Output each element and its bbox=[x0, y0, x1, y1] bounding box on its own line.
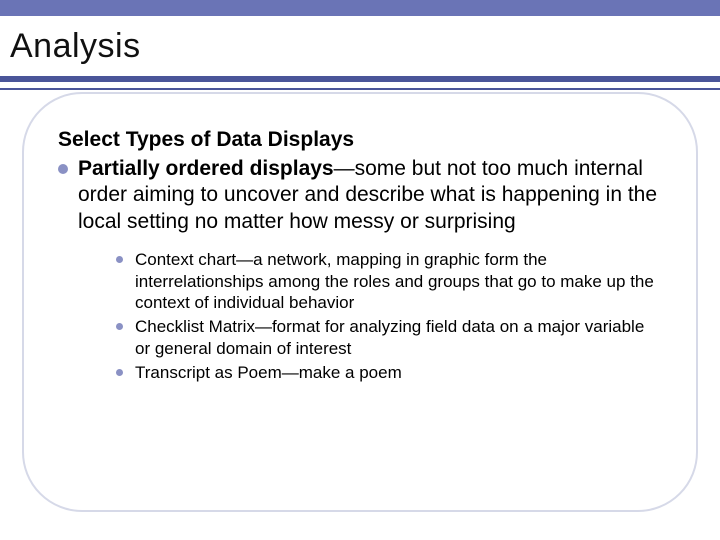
sub-bullet-text: Checklist Matrix—format for analyzing fi… bbox=[135, 316, 662, 360]
bullet-icon bbox=[116, 369, 123, 376]
slide-title: Analysis bbox=[10, 27, 141, 66]
content-frame: Select Types of Data Displays Partially … bbox=[22, 92, 698, 512]
bullet-level2: Checklist Matrix—format for analyzing fi… bbox=[116, 316, 662, 360]
sub-bullet-text: Transcript as Poem—make a poem bbox=[135, 362, 402, 384]
bullet-label: Partially ordered displays bbox=[78, 157, 334, 180]
bullet-level1-text: Partially ordered displays—some but not … bbox=[78, 156, 662, 235]
bullet-level1: Partially ordered displays—some but not … bbox=[58, 156, 662, 235]
top-color-band bbox=[0, 0, 720, 16]
bullet-icon bbox=[116, 323, 123, 330]
bullet-icon bbox=[58, 164, 68, 174]
section-heading: Select Types of Data Displays bbox=[58, 128, 662, 152]
bullet-icon bbox=[116, 256, 123, 263]
title-area: Analysis bbox=[10, 16, 720, 76]
title-underline-thick bbox=[0, 76, 720, 82]
bullet-level2: Transcript as Poem—make a poem bbox=[116, 362, 662, 384]
sub-bullet-text: Context chart—a network, mapping in grap… bbox=[135, 249, 662, 314]
title-underline-thin bbox=[0, 88, 720, 90]
bullet-level2: Context chart—a network, mapping in grap… bbox=[116, 249, 662, 314]
sub-bullet-list: Context chart—a network, mapping in grap… bbox=[116, 249, 662, 384]
